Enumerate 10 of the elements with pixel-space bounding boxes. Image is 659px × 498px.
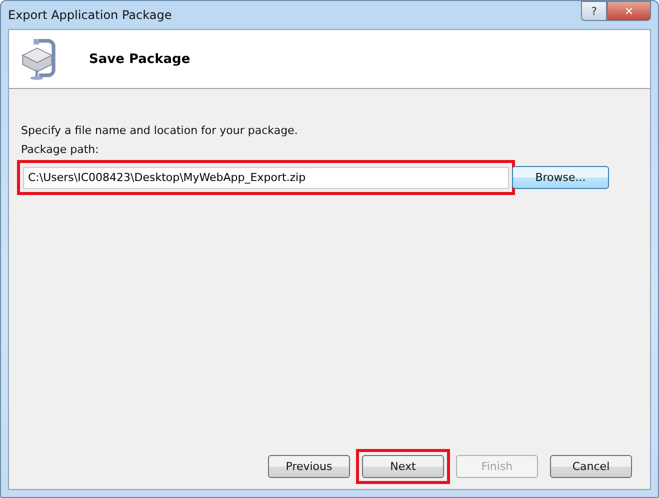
page-title: Save Package [89, 52, 190, 66]
instruction-text: Specify a file name and location for your package. [21, 124, 299, 137]
help-button[interactable]: ? [581, 1, 607, 21]
browse-button[interactable]: Browse... [512, 166, 609, 189]
wizard-button[interactable]: Cancel [550, 455, 632, 478]
wizard-button[interactable]: Next [362, 455, 444, 478]
field-label: Package path: [21, 143, 100, 156]
window-title: Export Application Package [8, 8, 172, 22]
path-field[interactable]: C:\Users\IC008423\Desktop\MyWebApp_Export.zip [23, 166, 509, 188]
wizard-button[interactable]: Previous [268, 455, 350, 478]
